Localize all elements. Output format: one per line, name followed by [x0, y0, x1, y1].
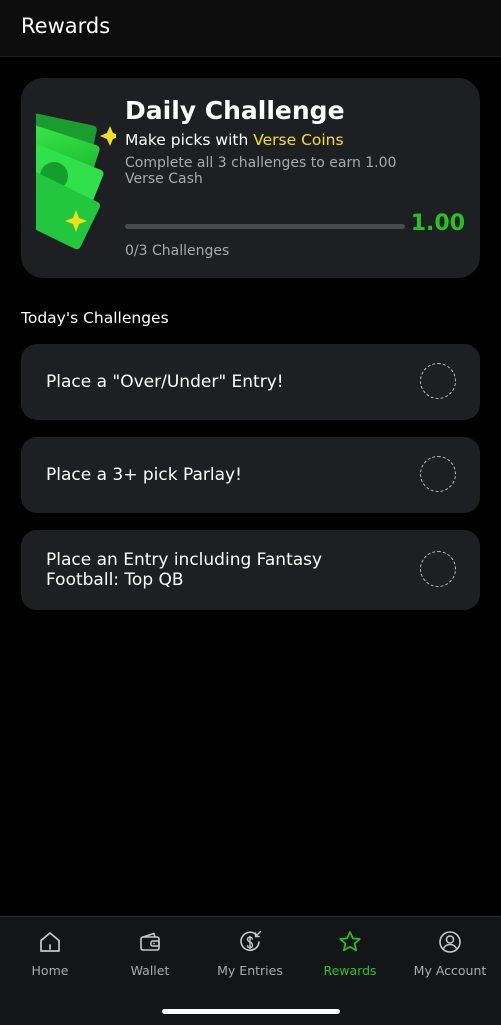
star-icon: [339, 931, 361, 952]
page-title: Rewards: [21, 14, 111, 38]
top-app-bar: Rewards: [0, 0, 501, 57]
home-indicator[interactable]: [162, 1009, 340, 1014]
home-icon: [40, 932, 60, 952]
nav-item-rewards[interactable]: Rewards: [300, 929, 400, 989]
daily-challenge-description: Complete all 3 challenges to earn 1.00 V…: [125, 155, 397, 187]
challenge-label: Place an Entry including Fantasy Footbal…: [46, 550, 323, 590]
subtitle-prefix: Make picks with: [125, 131, 254, 149]
verse-coins-label: Verse Coins: [253, 131, 344, 149]
daily-challenge-subtitle: Make picks with Verse Coins: [125, 131, 344, 149]
wallet-icon: [140, 932, 160, 951]
challenge-progress-text: 0/3 Challenges: [125, 243, 230, 259]
dollar-entries-icon: [240, 930, 262, 951]
reward-amount: 1.00: [410, 211, 465, 236]
incomplete-status-icon: [420, 456, 456, 492]
incomplete-status-icon: [420, 363, 456, 399]
nav-item-wallet[interactable]: Wallet: [100, 929, 200, 989]
nav-label: My Account: [413, 963, 487, 978]
nav-label: My Entries: [217, 963, 283, 978]
nav-label: Home: [31, 963, 69, 978]
challenge-label: Place a "Over/Under" Entry!: [46, 372, 284, 392]
nav-label: Rewards: [323, 963, 377, 978]
todays-challenges-heading: Today's Challenges: [21, 309, 169, 327]
account-icon: [439, 931, 461, 953]
nav-item-home[interactable]: Home: [0, 929, 100, 989]
challenge-progress-bar: [125, 224, 405, 229]
nav-item-my-account[interactable]: My Account: [400, 929, 500, 989]
nav-label: Wallet: [130, 963, 170, 978]
cash-stack-icon: [36, 108, 116, 250]
nav-item-my-entries[interactable]: My Entries: [200, 929, 300, 989]
challenge-item-fantasy-qb[interactable]: Place an Entry including Fantasy Footbal…: [21, 530, 480, 610]
daily-challenge-card[interactable]: Daily Challenge Make picks with Verse Co…: [21, 78, 480, 278]
challenge-item-parlay[interactable]: Place a 3+ pick Parlay!: [21, 437, 480, 513]
challenge-label: Place a 3+ pick Parlay!: [46, 465, 242, 485]
daily-challenge-title: Daily Challenge: [125, 96, 345, 125]
incomplete-status-icon: [420, 551, 456, 587]
challenge-item-over-under[interactable]: Place a "Over/Under" Entry!: [21, 344, 480, 420]
